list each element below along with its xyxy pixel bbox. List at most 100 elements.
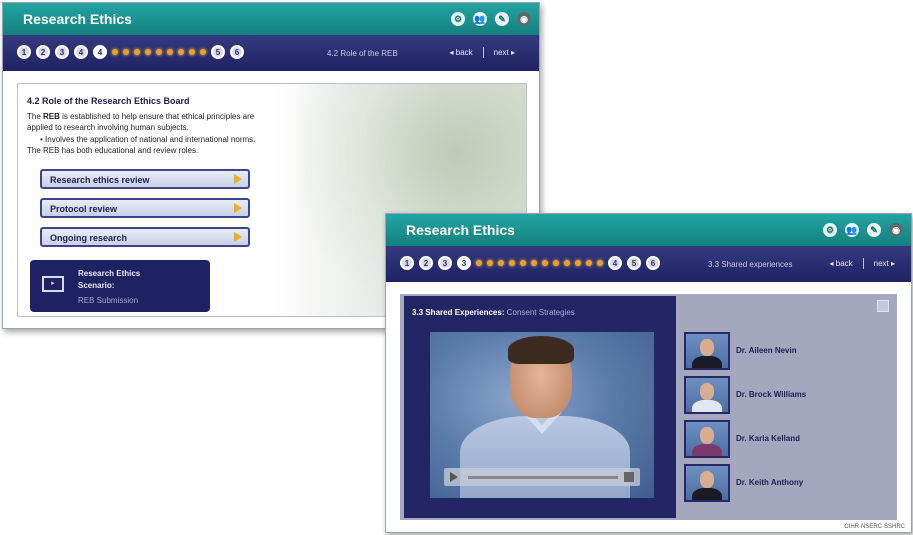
progress-pip[interactable] <box>167 49 173 55</box>
module-dot-6[interactable]: 6 <box>646 256 660 270</box>
speaker-item[interactable]: Dr. Keith Anthony <box>684 464 884 508</box>
next-button[interactable]: next ▸ <box>490 47 519 58</box>
button-label: Protocol review <box>50 204 118 214</box>
speaker-item[interactable]: Dr. Karla Kelland <box>684 420 884 464</box>
button-label: Research ethics review <box>50 175 150 185</box>
shirt <box>692 488 722 500</box>
progress-pip[interactable] <box>575 260 581 266</box>
people-icon[interactable]: 👥 <box>845 223 859 237</box>
scenario-card[interactable]: ▸ Research Ethics Scenario: REB Submissi… <box>30 260 210 312</box>
progress-pip[interactable] <box>156 49 162 55</box>
progress-pip[interactable] <box>520 260 526 266</box>
module-dot-3[interactable]: 3 <box>55 45 69 59</box>
speaker-name[interactable]: Dr. Karla Kelland <box>736 434 800 443</box>
people-icon[interactable]: 👥 <box>473 12 487 26</box>
intro-paragraph: The REB is established to help ensure th… <box>27 112 254 121</box>
progress-pip[interactable] <box>564 260 570 266</box>
button-label: Ongoing research <box>50 233 128 243</box>
progress-pip[interactable] <box>498 260 504 266</box>
gear-icon[interactable]: ⚙ <box>451 12 465 26</box>
progress-pip[interactable] <box>189 49 195 55</box>
app-title: Research Ethics <box>406 222 515 238</box>
title-bar: Research Ethics ⚙ 👥 ✎ ◉ <box>3 3 539 35</box>
breadcrumb: 4.2 Role of the REB <box>327 49 398 58</box>
audio-icon[interactable]: ◉ <box>889 223 903 237</box>
progress-pip[interactable] <box>476 260 482 266</box>
progress-pip[interactable] <box>487 260 493 266</box>
scenario-label: Scenario: <box>78 281 115 290</box>
shirt <box>692 444 722 456</box>
speaker-name[interactable]: Dr. Brock Williams <box>736 390 806 399</box>
next-button[interactable]: next ▸ <box>870 258 899 269</box>
reb-term: REB <box>43 112 60 121</box>
content-panel: 3.3 Shared Experiences: Consent Strategi… <box>400 294 897 520</box>
progress-pip[interactable] <box>145 49 151 55</box>
help-icon[interactable]: ✎ <box>495 12 509 26</box>
speaker-thumbnail[interactable] <box>684 420 730 458</box>
text: The <box>27 112 44 121</box>
speaker-hair <box>508 336 574 364</box>
speaker-name[interactable]: Dr. Aileen Nevin <box>736 346 797 355</box>
play-arrow-icon <box>234 232 242 242</box>
module-dot-1[interactable]: 1 <box>400 256 414 270</box>
speaker-item[interactable]: Dr. Aileen Nevin <box>684 332 884 376</box>
module-dot-2[interactable]: 2 <box>36 45 50 59</box>
app-title: Research Ethics <box>23 11 132 27</box>
speaker-item[interactable]: Dr. Brock Williams <box>684 376 884 420</box>
close-icon[interactable] <box>877 300 889 312</box>
panel-title-sub: Consent Strategies <box>504 308 575 317</box>
gear-icon[interactable]: ⚙ <box>823 223 837 237</box>
scenario-title: Research Ethics <box>78 269 141 278</box>
play-icon[interactable] <box>450 472 458 482</box>
play-arrow-icon <box>234 203 242 213</box>
shirt <box>692 400 722 412</box>
research-ethics-review-button[interactable]: Research ethics review <box>40 169 250 189</box>
progress-pip[interactable] <box>112 49 118 55</box>
progress-pip[interactable] <box>597 260 603 266</box>
audio-icon[interactable]: ◉ <box>517 12 531 26</box>
back-button[interactable]: ◂ back <box>446 47 477 58</box>
progress-dots: 1 2 3 4 4 5 6 <box>17 45 249 59</box>
shirt <box>692 356 722 368</box>
footer-logo: CIHR·NSERC·SSHRC <box>844 524 905 530</box>
module-dot-5[interactable]: 5 <box>211 45 225 59</box>
play-arrow-icon <box>234 174 242 184</box>
help-icon[interactable]: ✎ <box>867 223 881 237</box>
speaker-thumbnail[interactable] <box>684 376 730 414</box>
seek-bar[interactable] <box>468 476 618 479</box>
progress-pip[interactable] <box>542 260 548 266</box>
back-button[interactable]: ◂ back <box>826 258 857 269</box>
divider <box>482 47 484 58</box>
module-dot-4[interactable]: 4 <box>608 256 622 270</box>
protocol-review-button[interactable]: Protocol review <box>40 198 250 218</box>
module-dot-2[interactable]: 2 <box>419 256 433 270</box>
volume-icon[interactable] <box>624 472 634 482</box>
face <box>700 471 714 488</box>
progress-pip[interactable] <box>200 49 206 55</box>
module-dot-current[interactable]: 4 <box>93 45 107 59</box>
progress-pip[interactable] <box>553 260 559 266</box>
speaker-name[interactable]: Dr. Keith Anthony <box>736 478 803 487</box>
video-controls <box>444 468 640 486</box>
speaker-thumbnail[interactable] <box>684 332 730 370</box>
breadcrumb: 3.3 Shared experiences <box>708 260 793 269</box>
intro-line2: applied to research involving human subj… <box>27 123 189 132</box>
progress-pip[interactable] <box>123 49 129 55</box>
video-player[interactable] <box>430 332 654 498</box>
progress-pip[interactable] <box>586 260 592 266</box>
progress-pip[interactable] <box>509 260 515 266</box>
module-dot-6[interactable]: 6 <box>230 45 244 59</box>
module-dot-1[interactable]: 1 <box>17 45 31 59</box>
progress-pip[interactable] <box>178 49 184 55</box>
module-dot-5[interactable]: 5 <box>627 256 641 270</box>
speaker-thumbnail[interactable] <box>684 464 730 502</box>
face <box>700 427 714 444</box>
ongoing-research-button[interactable]: Ongoing research <box>40 227 250 247</box>
module-dot-current[interactable]: 3 <box>457 256 471 270</box>
section-title: 4.2 Role of the Research Ethics Board <box>27 96 190 106</box>
module-dot-3[interactable]: 3 <box>438 256 452 270</box>
progress-pip[interactable] <box>134 49 140 55</box>
speaker-list: Dr. Aileen Nevin Dr. Brock Williams Dr. … <box>684 332 884 508</box>
progress-pip[interactable] <box>531 260 537 266</box>
module-dot-4[interactable]: 4 <box>74 45 88 59</box>
